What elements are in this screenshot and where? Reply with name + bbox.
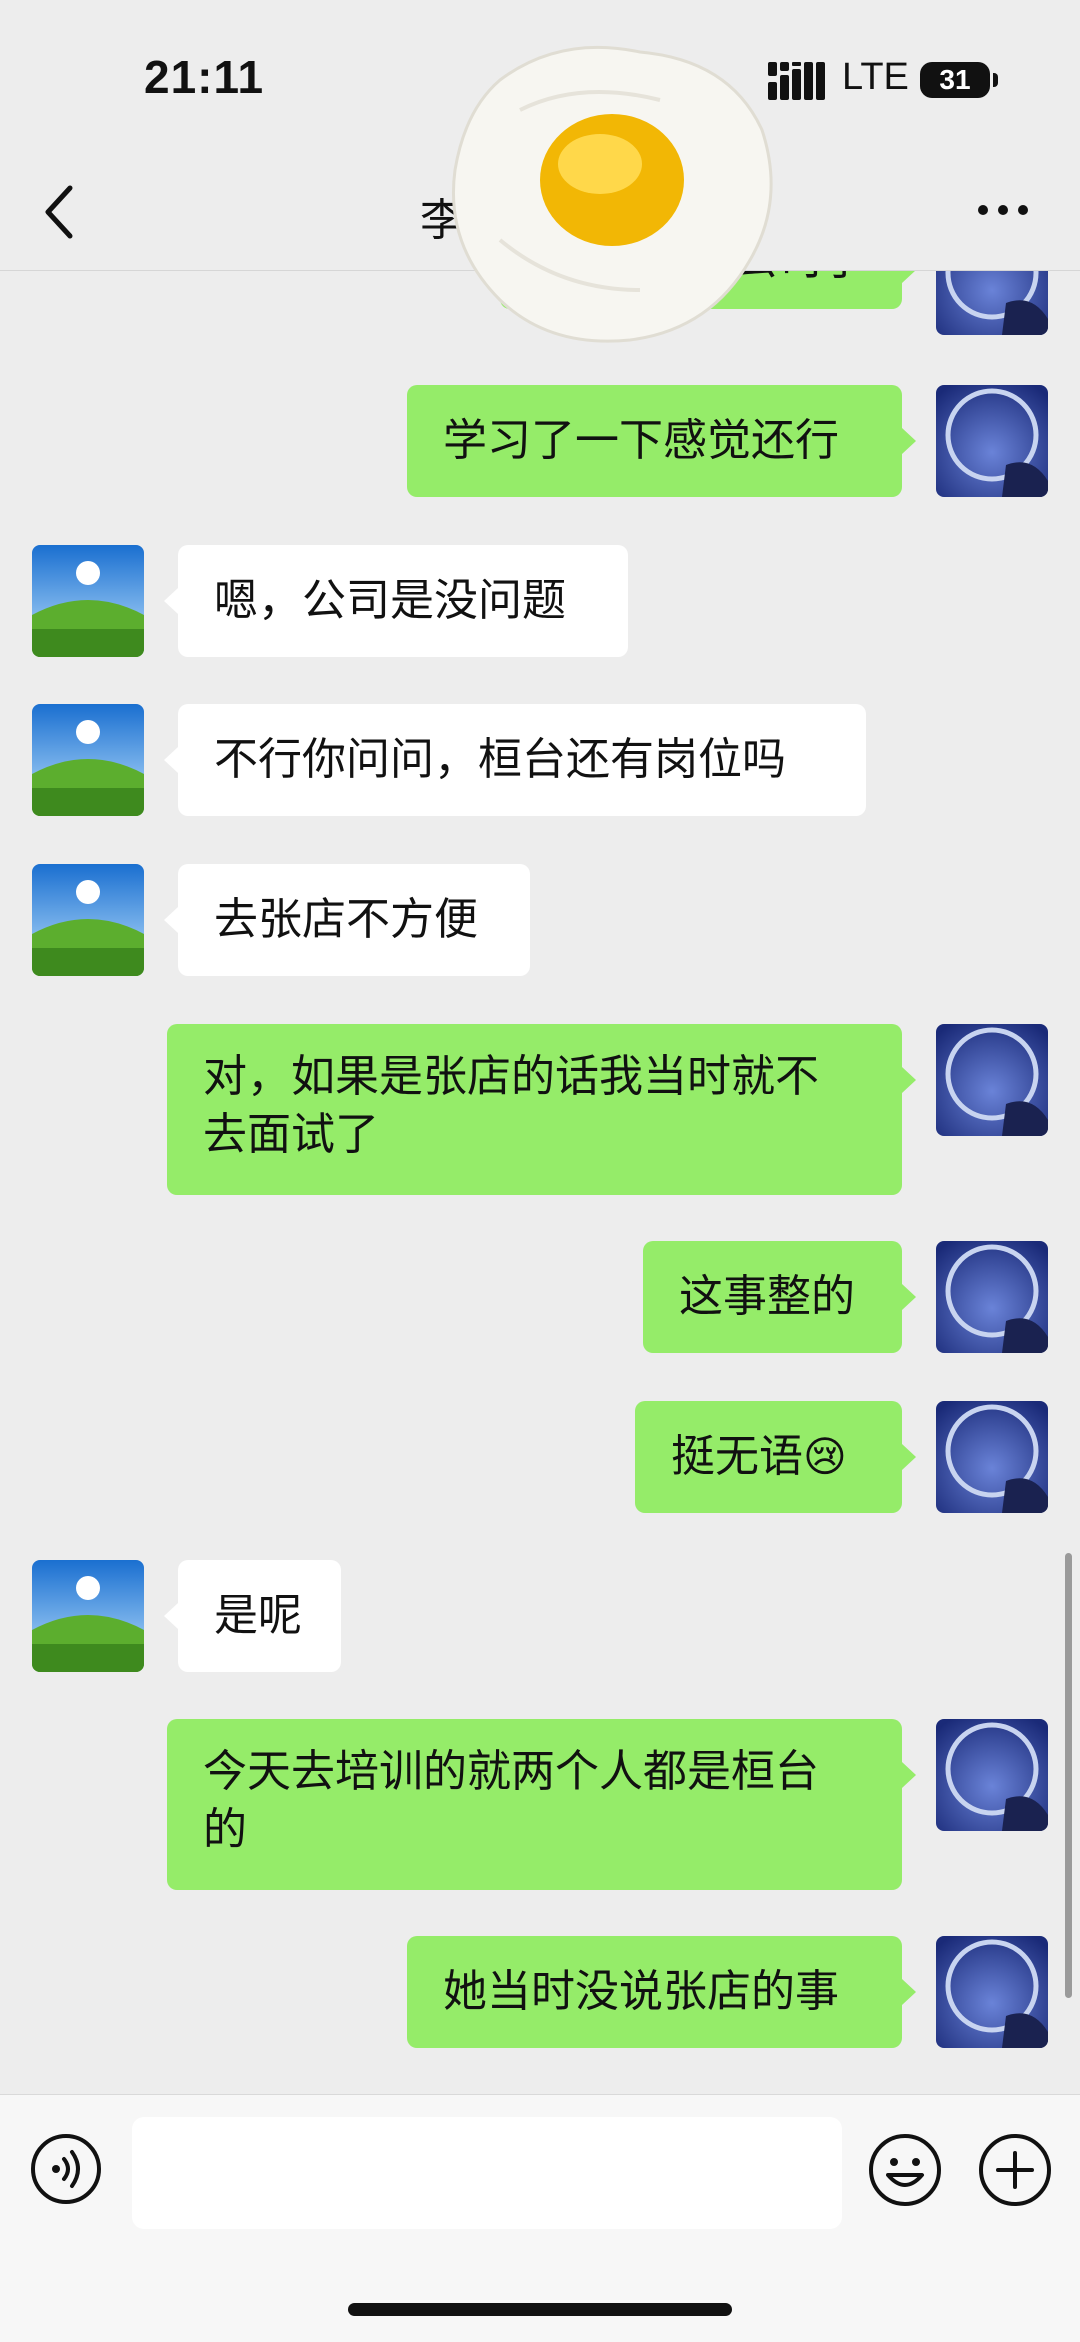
message-bubble[interactable]: 去张店不方便	[178, 864, 530, 976]
bubble-tail	[902, 1444, 916, 1470]
my-avatar[interactable]	[936, 1719, 1048, 1831]
input-bar	[0, 2094, 1080, 2342]
message-bubble[interactable]: 对，如果是张店的话我当时就不 去面试了	[167, 1024, 902, 1195]
message-text: 这事整的	[679, 1271, 855, 1322]
my-avatar[interactable]	[936, 385, 1048, 497]
my-avatar[interactable]	[936, 271, 1048, 335]
contact-avatar[interactable]	[32, 545, 144, 657]
contact-avatar[interactable]	[32, 864, 144, 976]
message-text: 她当时没说张店的事	[443, 1966, 839, 2017]
crying-emoji: 😢	[803, 1432, 847, 1481]
status-time: 21:11	[144, 51, 265, 103]
battery-nub	[993, 73, 998, 87]
battery-indicator: 31	[920, 62, 990, 98]
message-bubble[interactable]: 嗯，公司是没问题	[178, 545, 628, 657]
bubble-tail	[902, 1284, 916, 1310]
chevron-left-icon[interactable]	[40, 182, 80, 242]
contact-avatar[interactable]	[32, 1560, 144, 1672]
bubble-tail	[164, 588, 178, 614]
bubble-tail	[902, 1979, 916, 2005]
fried-egg-sticker	[451, 45, 773, 343]
my-avatar[interactable]	[936, 1241, 1048, 1353]
message-text-line-2: 去面试了	[203, 1109, 379, 1160]
message-text: 是呢	[214, 1590, 302, 1641]
message-input[interactable]	[132, 2117, 842, 2229]
message-text: 学习了一下感觉还行	[443, 415, 839, 466]
message-bubble[interactable]: 她当时没说张店的事	[407, 1936, 902, 2048]
bubble-tail	[164, 747, 178, 773]
smiley-icon[interactable]	[868, 2133, 942, 2207]
message-text: 嗯，公司是没问题	[214, 575, 566, 626]
message-bubble[interactable]: 挺无语 😢	[635, 1401, 902, 1513]
message-text: 去张店不方便	[214, 894, 478, 945]
bubble-tail	[902, 1762, 916, 1788]
plus-circle-icon[interactable]	[978, 2133, 1052, 2207]
message-list[interactable]: 公司了 学习了一下感觉还行 嗯，公司是没问题 不行你问问，桓台还有岗位吗 去张店…	[0, 271, 1080, 2094]
bubble-tail	[164, 907, 178, 933]
my-avatar[interactable]	[936, 1401, 1048, 1513]
message-text: 挺无语	[671, 1431, 803, 1482]
my-avatar[interactable]	[936, 1936, 1048, 2048]
message-bubble[interactable]: 不行你问问，桓台还有岗位吗	[178, 704, 866, 816]
message-text-line-1: 今天去培训的就两个人都是桓台	[203, 1746, 819, 1797]
bubble-tail	[164, 1603, 178, 1629]
bubble-tail	[902, 271, 916, 283]
home-indicator[interactable]	[348, 2303, 732, 2316]
message-text-line-1: 对，如果是张店的话我当时就不	[203, 1051, 819, 1102]
bubble-tail	[902, 428, 916, 454]
bubble-tail	[902, 1067, 916, 1093]
ellipsis-icon[interactable]	[975, 200, 1031, 220]
scrollbar[interactable]	[1065, 1553, 1072, 1998]
message-bubble[interactable]: 今天去培训的就两个人都是桓台 的	[167, 1719, 902, 1890]
network-type: LTE	[842, 56, 909, 98]
message-text: 不行你问问，桓台还有岗位吗	[214, 734, 786, 785]
message-bubble[interactable]: 是呢	[178, 1560, 341, 1672]
my-avatar[interactable]	[936, 1024, 1048, 1136]
voice-icon[interactable]	[30, 2133, 102, 2205]
message-bubble[interactable]: 这事整的	[643, 1241, 902, 1353]
message-text-line-2: 的	[203, 1804, 247, 1855]
contact-avatar[interactable]	[32, 704, 144, 816]
message-bubble[interactable]: 学习了一下感觉还行	[407, 385, 902, 497]
